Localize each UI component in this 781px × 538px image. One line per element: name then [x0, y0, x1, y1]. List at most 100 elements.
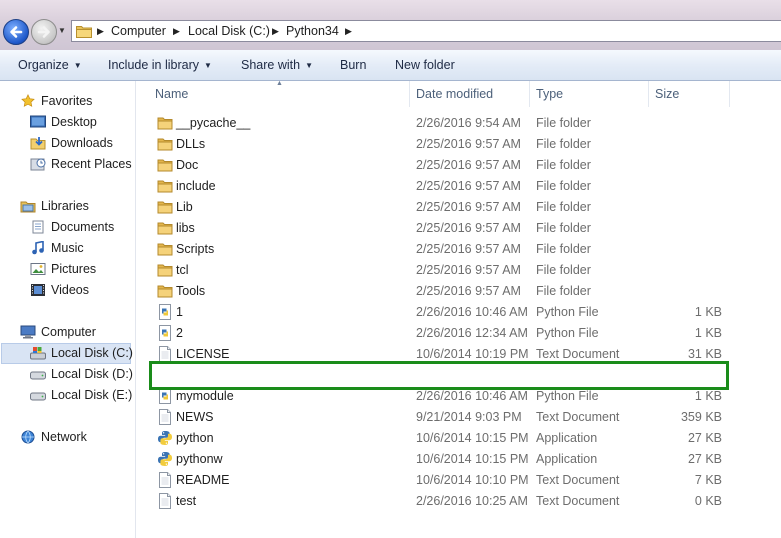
file-row-test[interactable]: test 2/26/2016 10:25 AM Text Document 0 KB: [137, 491, 781, 512]
file-size: 31 KB: [687, 347, 722, 361]
file-date-modified: 2/25/2016 9:57 AM: [416, 284, 521, 298]
file-type: File folder: [536, 137, 591, 151]
text-file-icon: [159, 493, 171, 509]
nav-desktop-label: Desktop: [51, 115, 97, 129]
arrow-left-icon: [10, 26, 23, 38]
file-name: 2: [176, 326, 183, 340]
file-name: include: [176, 179, 216, 193]
file-row-scripts[interactable]: Scripts 2/25/2016 9:57 AM File folder: [137, 239, 781, 260]
new-folder-button[interactable]: New folder: [395, 58, 455, 72]
text-file-icon: [159, 346, 171, 362]
file-date-modified: 2/25/2016 9:57 AM: [416, 242, 521, 256]
folder-icon: [76, 26, 92, 38]
file-type: File folder: [536, 179, 591, 193]
include-in-library-menu[interactable]: Include in library ▼: [108, 58, 212, 72]
file-row-readme[interactable]: README 10/6/2014 10:10 PM Text Document 7 K…: [137, 470, 781, 491]
address-bar-region: ▼ ▶ Computer ▶ Local Disk (C:) ▶ Python3…: [0, 0, 781, 50]
breadcrumb-computer[interactable]: Computer: [111, 24, 166, 38]
file-row-1[interactable]: 1 2/26/2016 10:46 AM Python File 1 KB: [137, 302, 781, 323]
file-size: 359 KB: [680, 410, 722, 424]
file-row-include[interactable]: include 2/25/2016 9:57 AM File folder: [137, 176, 781, 197]
file-row-pythonw[interactable]: pythonw 10/6/2014 10:15 PM Application 27 K…: [137, 449, 781, 470]
nav-local-disk-d-label: Local Disk (D:): [51, 367, 133, 381]
file-name: Tools: [176, 284, 206, 298]
text-file-icon: [159, 409, 171, 425]
nav-pictures-label: Pictures: [51, 262, 97, 276]
file-type: File folder: [536, 200, 591, 214]
command-bar: Organize ▼ Include in library ▼ Share with…: [0, 50, 781, 81]
file-size: 1 KB: [694, 326, 722, 340]
pictures-icon: [30, 263, 46, 275]
drive-icon: [30, 371, 46, 380]
file-size: 1 KB: [694, 305, 722, 319]
column-name-label: Name: [155, 87, 189, 101]
file-size: 0 KB: [694, 494, 722, 508]
folder-icon: [157, 285, 173, 298]
file-date-modified: 9/21/2014 9:03 PM: [416, 410, 522, 424]
file-date-modified: 10/6/2014 10:15 PM: [416, 431, 529, 445]
file-row-pycache[interactable]: __pycache__ 2/26/2016 9:54 AM File folder: [137, 113, 781, 134]
breadcrumb-python34[interactable]: Python34: [286, 24, 339, 38]
downloads-folder-icon: [30, 137, 46, 150]
file-row-tools[interactable]: Tools 2/25/2016 9:57 AM File folder: [137, 281, 781, 302]
folder-icon: [157, 138, 173, 151]
file-name: __pycache__: [176, 116, 251, 130]
file-row-python[interactable]: python 10/6/2014 10:15 PM Application 27 KB: [137, 428, 781, 449]
organize-menu[interactable]: Organize ▼: [18, 58, 82, 72]
nav-recent-places-label: Recent Places: [51, 157, 132, 171]
file-date-modified: 2/26/2016 10:25 AM: [416, 494, 528, 508]
column-header-date-modified[interactable]: Date modified: [410, 81, 530, 107]
file-row-news[interactable]: NEWS 9/21/2014 9:03 PM Text Document 359 KB: [137, 407, 781, 428]
file-size: 27 KB: [687, 452, 722, 466]
file-type: Text Document: [536, 347, 620, 361]
file-name: Lib: [176, 200, 193, 214]
chevron-down-icon: ▼: [204, 61, 212, 70]
navigation-pane: Favorites Desktop Downloads Recent Place…: [0, 81, 136, 538]
chevron-down-icon: ▼: [73, 61, 82, 70]
column-headers: Name Date modified Type Size ▲: [137, 80, 781, 107]
network-icon: [21, 430, 35, 444]
file-name: test: [176, 494, 197, 508]
column-header-size[interactable]: Size: [649, 81, 730, 107]
file-row-dlls[interactable]: DLLs 2/25/2016 9:57 AM File folder: [137, 134, 781, 155]
file-type: File folder: [536, 116, 591, 130]
nav-network-label: Network: [41, 430, 87, 444]
file-name: Scripts: [176, 242, 215, 256]
file-date-modified: 2/25/2016 9:57 AM: [416, 263, 521, 277]
file-name: LICENSE: [176, 347, 230, 361]
burn-button[interactable]: Burn: [340, 58, 366, 72]
breadcrumb-separator-icon[interactable]: ▶: [345, 26, 352, 37]
nav-downloads-label: Downloads: [51, 136, 113, 150]
breadcrumb-separator-icon[interactable]: ▶: [173, 26, 180, 37]
organize-label: Organize: [18, 58, 69, 72]
file-row-doc[interactable]: Doc 2/25/2016 9:57 AM File folder: [137, 155, 781, 176]
file-date-modified: 2/25/2016 9:57 AM: [416, 158, 521, 172]
breadcrumb-local-disk-c[interactable]: Local Disk (C:): [188, 24, 270, 38]
python-file-icon: [159, 325, 171, 341]
file-row-lib[interactable]: Lib 2/25/2016 9:57 AM File folder: [137, 197, 781, 218]
file-type: File folder: [536, 158, 591, 172]
file-date-modified: 2/25/2016 9:57 AM: [416, 200, 521, 214]
python-app-icon: [158, 431, 172, 445]
file-type: File folder: [536, 284, 591, 298]
file-size: 1 KB: [694, 389, 722, 403]
column-date-label: Date modified: [416, 87, 494, 101]
recent-pages-dropdown[interactable]: ▼: [58, 26, 68, 36]
file-list: Name Date modified Type Size ▲ __pycache…: [137, 80, 781, 538]
file-row-libs[interactable]: libs 2/25/2016 9:57 AM File folder: [137, 218, 781, 239]
include-in-library-label: Include in library: [108, 58, 200, 72]
file-row-tcl[interactable]: tcl 2/25/2016 9:57 AM File folder: [137, 260, 781, 281]
breadcrumb-separator-icon[interactable]: ▶: [272, 26, 279, 37]
breadcrumb-separator-icon[interactable]: ▶: [97, 26, 104, 37]
column-header-type[interactable]: Type: [530, 81, 649, 107]
back-button[interactable]: [3, 19, 29, 45]
share-with-menu[interactable]: Share with ▼: [241, 58, 313, 72]
address-field[interactable]: ▶ Computer ▶ Local Disk (C:) ▶ Python34 …: [71, 20, 781, 42]
file-name: Doc: [176, 158, 199, 172]
recent-places-icon: [30, 158, 46, 171]
folder-icon: [157, 243, 173, 256]
forward-button[interactable]: [31, 19, 57, 45]
file-name: pythonw: [176, 452, 223, 466]
file-type: File folder: [536, 263, 591, 277]
file-row-2[interactable]: 2 2/26/2016 12:34 AM Python File 1 KB: [137, 323, 781, 344]
